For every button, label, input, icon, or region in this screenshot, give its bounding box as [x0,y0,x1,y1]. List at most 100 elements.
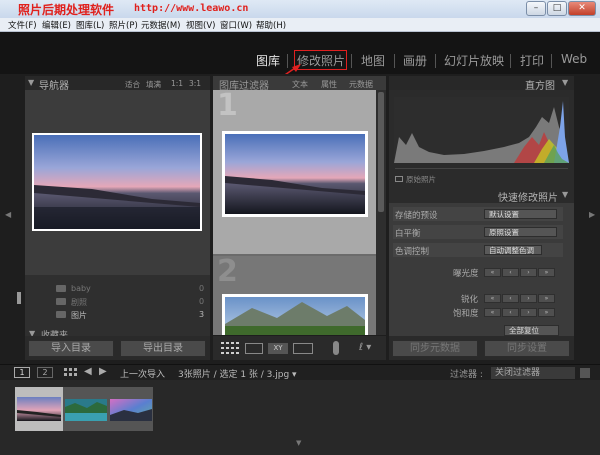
source-label[interactable]: 上一次导入 [120,367,165,380]
grid-view-icon[interactable] [221,342,239,354]
quick-develop-header: 快速修改照片 ▼ [389,186,574,204]
quick-develop-title: 快速修改照片 [498,193,558,204]
menu-window[interactable]: 窗口(W) [220,19,252,31]
collapse-triangle-icon[interactable]: ▼ [562,190,568,199]
auto-tone-button[interactable]: 自动调整色调 [484,245,542,255]
compare-view-icon[interactable]: XY [268,343,288,354]
filter-attribute[interactable]: 属性 [321,79,337,90]
minimize-button[interactable]: – [526,1,546,16]
filter-dropdown[interactable]: 关闭过滤器 [491,367,575,379]
grid-icon[interactable] [64,368,78,378]
sharpen-plus-large[interactable]: » [538,294,555,303]
menu-bar: 文件(F) 编辑(E) 图库(L) 照片(P) 元数据(M) 视图(V) 窗口(… [0,18,600,32]
filmstrip: ▼ [0,380,600,455]
window-2-button[interactable]: 2 [37,367,53,378]
menu-file[interactable]: 文件(F) [8,19,37,31]
zoom-3-1[interactable]: 3:1 [189,79,201,88]
filmstrip-cell-selected[interactable] [15,387,63,431]
menu-photo[interactable]: 照片(P) [109,19,138,31]
import-catalog-button[interactable]: 导入目录 [28,340,114,357]
collapse-triangle-icon[interactable]: ▼ [562,78,568,87]
collapse-triangle-icon[interactable]: ▼ [28,78,34,87]
sharpen-label: 锐化 [461,295,479,305]
grid-scrollbar[interactable] [376,90,386,335]
folder-icon [56,285,66,292]
module-book[interactable]: 画册 [403,52,427,69]
left-scroll-handle[interactable] [17,292,21,304]
filmstrip-cell[interactable] [109,387,153,431]
export-catalog-button[interactable]: 导出目录 [120,340,206,357]
original-photo-checkbox[interactable] [395,176,403,182]
survey-view-icon[interactable] [293,343,313,354]
window-1-button[interactable]: 1 [14,367,30,378]
zoom-1-1[interactable]: 1:1 [171,79,183,88]
sync-metadata-button[interactable]: 同步元数据 [392,340,478,357]
menu-library[interactable]: 图库(L) [76,19,104,31]
spray-can-icon[interactable] [333,341,339,355]
left-panel-toggle-icon[interactable]: ◀ [5,210,11,219]
right-panel-toggle-icon[interactable]: ▶ [589,210,595,219]
scrollbar-thumb[interactable] [378,92,384,212]
watermark-url: http://www.leawo.cn [134,3,249,14]
navigator-preview-image[interactable] [32,133,202,231]
sharpen-minus-large[interactable]: « [484,294,501,303]
histogram-header: 直方图 ▼ [389,76,574,92]
filmstrip-thumbnail[interactable] [65,399,107,421]
module-web[interactable]: Web [561,52,587,66]
white-balance-dropdown[interactable]: 原照设置 [484,227,557,237]
filmstrip-thumbnail[interactable] [110,399,152,421]
exposure-minus[interactable]: ‹ [502,268,519,277]
filter-text[interactable]: 文本 [292,79,308,90]
filter-lock-icon[interactable] [580,368,590,378]
saved-preset-dropdown[interactable]: 默认设置 [484,209,557,219]
selection-summary[interactable]: 3张照片 / 选定 1 张 / 3.jpg ▾ [178,367,297,380]
close-button[interactable]: ✕ [568,1,596,16]
saturation-minus[interactable]: ‹ [502,308,519,317]
filter-metadata[interactable]: 元数据 [349,79,373,90]
folder-icon [56,311,66,318]
saturation-plus[interactable]: › [520,308,537,317]
filmstrip-cell[interactable] [63,387,109,431]
grid-cell-selected[interactable]: 1 [213,88,376,254]
module-separator [394,54,395,68]
grid-cell[interactable]: 2 [213,254,376,335]
saturation-plus-large[interactable]: » [538,308,555,317]
menu-view[interactable]: 视图(V) [186,19,215,31]
sharpen-plus[interactable]: › [520,294,537,303]
loupe-view-icon[interactable] [245,343,263,354]
module-print[interactable]: 打印 [520,52,544,69]
grid-thumbnail[interactable] [222,131,368,217]
module-map[interactable]: 地图 [361,52,385,69]
sort-direction-icon[interactable]: ℓ ▾ [359,342,371,353]
folder-name[interactable]: baby [71,284,91,293]
menu-edit[interactable]: 编辑(E) [42,19,71,31]
module-slideshow[interactable]: 幻灯片放映 [444,52,504,69]
histogram-graph [394,97,569,163]
reset-all-button[interactable]: 全部复位 [504,325,559,336]
module-separator [435,54,436,68]
right-panel: 直方图 ▼ 原始照片 快速修改照片 ▼ 存储的预设 默认设置 白平衡 原照设置 … [389,76,574,360]
menu-help[interactable]: 帮助(H) [256,19,286,31]
exposure-plus-large[interactable]: » [538,268,555,277]
folder-name[interactable]: 图片 [71,310,87,321]
left-panel: ▼ 导航器 适合 填满 1:1 3:1 baby 0 剧照 0 图片 3 ▼ 收 [25,76,210,360]
zoom-fit[interactable]: 适合 [125,79,140,90]
grid-cell-index: 1 [217,88,238,123]
exposure-plus[interactable]: › [520,268,537,277]
menu-metadata[interactable]: 元数据(M) [141,19,180,31]
forward-arrow-icon[interactable]: ▶ [99,366,107,377]
histogram-area: 原始照片 [389,90,574,186]
sync-settings-button[interactable]: 同步设置 [484,340,570,357]
grid-thumbnail[interactable] [222,294,368,335]
sharpen-minus[interactable]: ‹ [502,294,519,303]
saved-preset-label: 存储的预设 [395,211,438,221]
module-separator [551,54,552,68]
maximize-button[interactable]: □ [547,1,567,16]
filmstrip-thumbnail[interactable] [17,397,61,421]
zoom-fill[interactable]: 填满 [146,79,161,90]
saturation-minus-large[interactable]: « [484,308,501,317]
exposure-minus-large[interactable]: « [484,268,501,277]
filmstrip-collapse-icon[interactable]: ▼ [296,439,301,447]
back-arrow-icon[interactable]: ◀ [84,366,92,377]
folder-name[interactable]: 剧照 [71,297,87,308]
